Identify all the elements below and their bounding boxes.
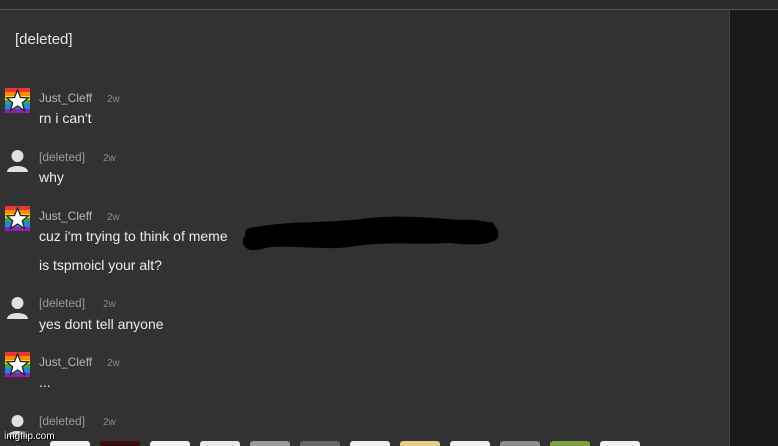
thumbnail[interactable]: [450, 441, 490, 446]
comment-time: 2w: [103, 153, 116, 164]
right-side-panel: [729, 10, 778, 446]
rainbow-star-avatar-icon[interactable]: [5, 352, 30, 377]
comment-time: 2w: [107, 358, 120, 369]
default-user-avatar-icon: [5, 294, 30, 319]
comment-time: 2w: [103, 417, 116, 428]
default-user-avatar-icon: [5, 147, 30, 172]
comment-author[interactable]: Just_Cleff: [39, 91, 92, 105]
comment-author: [deleted]: [39, 296, 86, 310]
redaction-scribble: [240, 213, 504, 255]
comment-text: why: [39, 169, 64, 185]
thumbnail[interactable]: [250, 441, 290, 446]
comment-text: is tspmoicl your alt?: [39, 257, 162, 273]
comment-time: 2w: [103, 299, 116, 310]
comment-text: rn i can't: [39, 110, 92, 126]
comment-author: [deleted]: [39, 414, 86, 428]
thumbnail[interactable]: [500, 441, 540, 446]
rainbow-star-avatar-icon[interactable]: [5, 88, 30, 113]
comment-text: yes dont tell anyone: [39, 316, 164, 332]
thumbnail[interactable]: [100, 441, 140, 446]
comment-text: ...: [39, 374, 51, 390]
thumbnail[interactable]: [150, 441, 190, 446]
thumbnail[interactable]: [300, 441, 340, 446]
thumbnail[interactable]: [600, 441, 640, 446]
comment-author[interactable]: Just_Cleff: [39, 355, 92, 369]
comment-time: 2w: [107, 94, 120, 105]
thumbnail[interactable]: [550, 441, 590, 446]
comment-text: cuz i'm trying to think of meme: [39, 228, 228, 244]
parent-comment-author: [deleted]: [15, 31, 73, 48]
top-border: [0, 0, 778, 10]
thumbnail-strip: [0, 438, 729, 446]
rainbow-star-avatar-icon[interactable]: [5, 206, 30, 231]
thumbnail[interactable]: [200, 441, 240, 446]
thumbnail[interactable]: [350, 441, 390, 446]
comment-author[interactable]: Just_Cleff: [39, 209, 92, 223]
thumbnail[interactable]: [50, 441, 90, 446]
thumbnail[interactable]: [400, 441, 440, 446]
comment-time: 2w: [107, 212, 120, 223]
watermark: imgflip.com: [4, 431, 55, 442]
comment-author: [deleted]: [39, 150, 86, 164]
